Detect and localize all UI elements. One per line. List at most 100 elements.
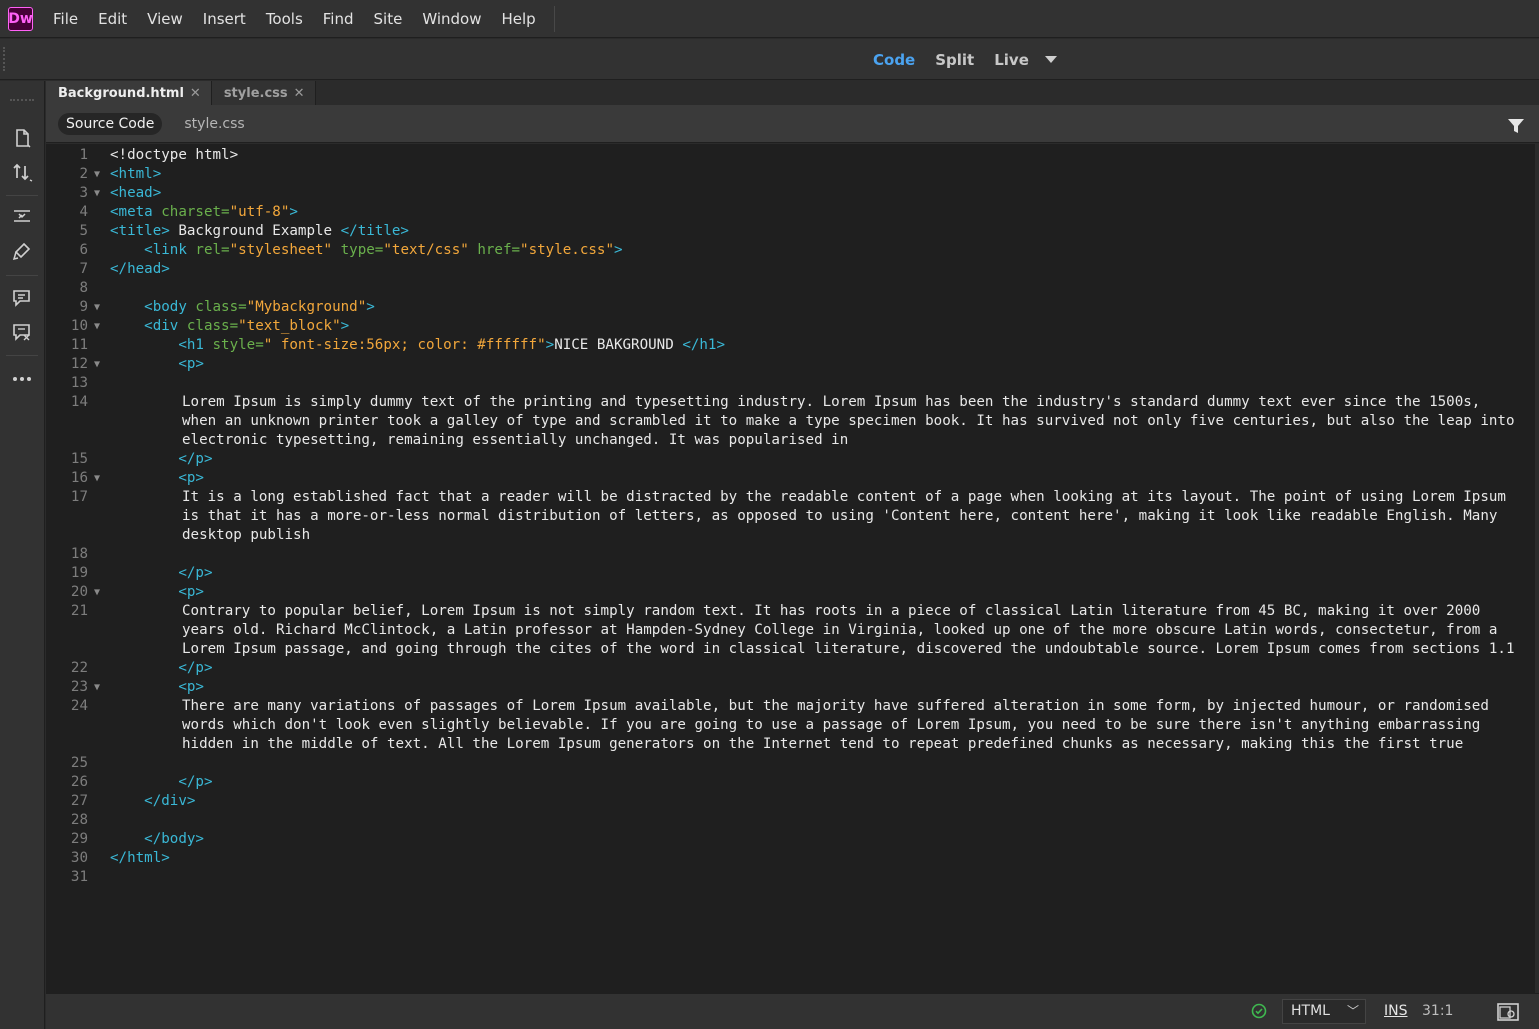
fold-arrow-icon[interactable]: ▼ [88,355,106,374]
fold-arrow-icon[interactable]: ▼ [88,317,106,336]
menu-help[interactable]: Help [491,0,545,38]
tab-style-css[interactable]: style.css ✕ [211,81,316,105]
menu-window[interactable]: Window [412,0,491,38]
code-token: > [366,299,375,315]
menu-site[interactable]: Site [364,0,413,38]
menu-insert[interactable]: Insert [193,0,256,38]
fold-gutter [88,868,106,887]
code-token: "Mybackground" [246,299,367,315]
code-line[interactable]: 20 ▼ <p> [46,583,1535,602]
fold-gutter [88,393,106,450]
expand-collapse-icon[interactable] [8,203,36,229]
fold-gutter [88,241,106,260]
fold-arrow-icon[interactable]: ▼ [88,678,106,697]
menu-view[interactable]: View [137,0,193,38]
format-source-icon[interactable] [8,239,36,265]
toolbar-grip[interactable] [3,47,6,71]
code-line[interactable]: 11 <h1 style=" font-size:56px; color: #f… [46,336,1535,355]
fold-arrow-icon[interactable]: ▼ [88,165,106,184]
open-documents-icon[interactable] [8,125,36,151]
code-line[interactable]: 30 </html> [46,849,1535,868]
code-line[interactable]: 29 </body> [46,830,1535,849]
code-line[interactable]: 21 Contrary to popular belief, Lorem Ipsu… [46,602,1535,659]
code-editor[interactable]: 1 <!doctype html> 2 ▼ <html> 3 ▼ <head> 4 <meta c… [46,144,1535,993]
fold-gutter [88,203,106,222]
toolbar-grip[interactable] [10,99,34,102]
code-line[interactable]: 18 [46,545,1535,564]
line-number: 8 [79,280,88,296]
main-menu: File Edit View Insert Tools Find Site Wi… [43,0,546,38]
code-line[interactable]: 24 There are many variations of passages … [46,697,1535,754]
code-text: <html> [106,165,1535,184]
code-line[interactable]: 23 ▼ <p> [46,678,1535,697]
vertical-scrollbar[interactable] [1535,144,1539,993]
document-type-select[interactable]: HTML ﹀ [1282,999,1366,1024]
code-line[interactable]: 26 </p> [46,773,1535,792]
source-code-button[interactable]: Source Code [58,112,163,135]
toolbar-divider [6,275,38,276]
fold-gutter [88,336,106,355]
code-line[interactable]: 2 ▼ <html> [46,165,1535,184]
menu-find[interactable]: Find [313,0,364,38]
menu-edit[interactable]: Edit [88,0,137,38]
code-line[interactable]: 8 [46,279,1535,298]
code-line[interactable]: 5 <title> Background Example </title> [46,222,1535,241]
code-line[interactable]: 16 ▼ <p> [46,469,1535,488]
tab-background-html[interactable]: Background.html ✕ [46,81,212,105]
real-time-preview-icon[interactable] [1496,1001,1520,1023]
menu-file[interactable]: File [43,0,88,38]
code-line[interactable]: 17 It is a long established fact that a r… [46,488,1535,545]
live-view-button[interactable]: Live [994,51,1029,69]
code-line[interactable]: 13 [46,374,1535,393]
apply-comment-icon[interactable] [8,285,36,311]
line-number: 12 [70,356,88,372]
view-dropdown-icon[interactable] [1044,56,1057,63]
code-line[interactable]: 3 ▼ <head> [46,184,1535,203]
code-line[interactable]: 27 </div> [46,792,1535,811]
code-line[interactable]: 9 ▼ <body class="Mybackground"> [46,298,1535,317]
insert-mode-toggle[interactable]: INS [1384,1003,1408,1019]
code-line[interactable]: 7 </head> [46,260,1535,279]
menu-tools[interactable]: Tools [256,0,313,38]
fold-arrow-icon[interactable]: ▼ [88,184,106,203]
code-view-button[interactable]: Code [873,51,915,69]
fold-gutter [88,545,106,564]
code-text: <title> Background Example </title> [106,222,1535,241]
code-line[interactable]: 1 <!doctype html> [46,146,1535,165]
code-line[interactable]: 19 </p> [46,564,1535,583]
code-line[interactable]: 28 [46,811,1535,830]
code-line[interactable]: 22 </p> [46,659,1535,678]
close-icon[interactable]: ✕ [294,86,305,101]
code-line[interactable]: 4 <meta charset="utf-8"> [46,203,1535,222]
code-token: There are many variations of passages of… [182,698,1498,752]
code-line[interactable]: 14 Lorem Ipsum is simply dummy text of th… [46,393,1535,450]
code-text: There are many variations of passages of… [106,697,1535,754]
code-line[interactable]: 6 <link rel="stylesheet" type="text/css"… [46,241,1535,260]
remove-comment-icon[interactable] [8,319,36,345]
toolbar-divider [6,355,38,356]
filter-icon[interactable] [1507,117,1525,135]
fold-arrow-icon[interactable]: ▼ [88,298,106,317]
code-line[interactable]: 12 ▼ <p> [46,355,1535,374]
no-errors-check-icon[interactable] [1251,1003,1267,1019]
code-line[interactable]: 31 [46,868,1535,887]
fold-arrow-icon[interactable]: ▼ [88,469,106,488]
tab-label: style.css [223,85,288,101]
code-line[interactable]: 15 </p> [46,450,1535,469]
code-token: type= [340,242,384,258]
more-options-icon[interactable] [8,365,36,391]
split-view-button[interactable]: Split [935,51,974,69]
file-management-icon[interactable] [8,159,36,185]
code-line[interactable]: 25 [46,754,1535,773]
line-number: 22 [70,660,88,676]
fold-arrow-icon[interactable]: ▼ [88,583,106,602]
code-line[interactable]: 10 ▼ <div class="text_block"> [46,317,1535,336]
close-icon[interactable]: ✕ [190,86,201,101]
related-file-style-css[interactable]: style.css [176,113,252,135]
